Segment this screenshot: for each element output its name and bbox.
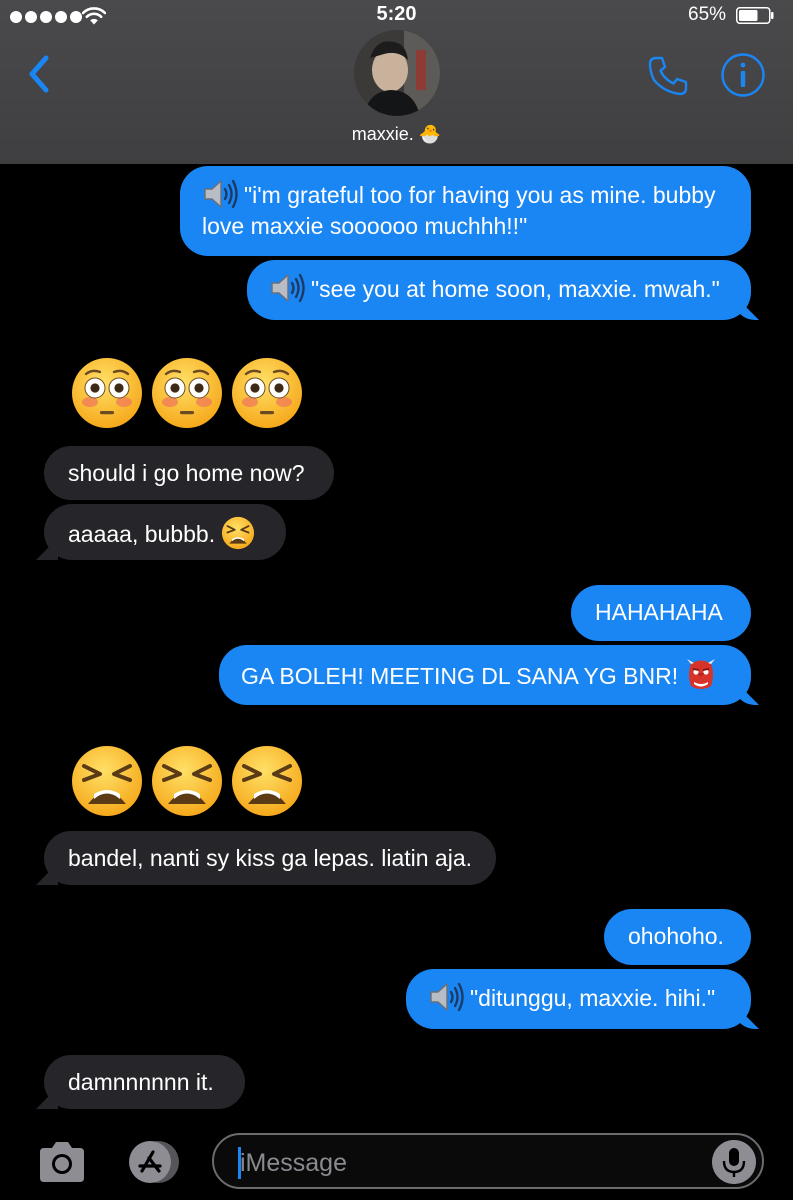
outgoing-message[interactable]: ohohoho. xyxy=(604,909,751,965)
flushed-face-icon xyxy=(72,358,142,428)
tired-face-icon xyxy=(72,746,142,816)
contact-avatar[interactable] xyxy=(354,30,440,116)
info-icon[interactable] xyxy=(720,52,766,98)
outgoing-voice-message[interactable]: "ditunggu, maxxie. hihi." xyxy=(406,969,751,1029)
message-text: "i'm grateful too for having you as mine… xyxy=(244,182,716,208)
battery-icon xyxy=(736,7,774,24)
message-text: GA BOLEH! MEETING DL SANA YG BNR! xyxy=(241,663,679,689)
speaker-icon xyxy=(271,273,305,303)
incoming-message[interactable]: should i go home now? xyxy=(44,446,334,500)
incoming-emoji-message[interactable] xyxy=(70,356,304,430)
message-text: love maxxie soooooo muchhh!!" xyxy=(202,213,528,239)
imessage-field[interactable] xyxy=(212,1133,764,1189)
status-time: 5:20 xyxy=(376,3,417,25)
tired-face-icon xyxy=(222,516,255,550)
conversation-header: 5:20 65% maxxie. 🐣 xyxy=(0,0,793,164)
incoming-message[interactable]: aaaaa, bubbb. xyxy=(44,504,286,560)
back-chevron-icon[interactable] xyxy=(24,52,54,96)
message-text: ohohoho. xyxy=(628,923,724,949)
camera-icon[interactable] xyxy=(36,1140,88,1184)
message-text: damnnnnnn it. xyxy=(68,1069,214,1095)
message-thread[interactable]: "i'm grateful too for having you as mine… xyxy=(0,164,793,1124)
status-bar: 5:20 65% xyxy=(0,0,793,32)
battery-percentage: 65% xyxy=(688,4,727,25)
microphone-icon[interactable] xyxy=(712,1140,756,1184)
message-text: should i go home now? xyxy=(68,460,305,486)
message-text: "see you at home soon, maxxie. mwah." xyxy=(311,276,720,302)
message-text: aaaaa, bubbb. xyxy=(68,521,216,547)
app-store-icon[interactable] xyxy=(122,1138,186,1186)
compose-bar xyxy=(0,1124,793,1200)
tired-face-icon xyxy=(152,746,222,816)
speaker-icon xyxy=(430,982,464,1012)
goblin-mask-icon xyxy=(687,659,716,689)
outgoing-message[interactable]: HAHAHAHA xyxy=(571,585,751,641)
message-text: "ditunggu, maxxie. hihi." xyxy=(470,985,716,1011)
message-input[interactable] xyxy=(238,1143,702,1183)
flushed-face-icon xyxy=(152,358,222,428)
incoming-emoji-message[interactable] xyxy=(70,744,304,818)
contact-name[interactable]: maxxie. 🐣 xyxy=(0,124,793,145)
outgoing-voice-message[interactable]: "see you at home soon, maxxie. mwah." xyxy=(247,260,751,320)
phone-icon[interactable] xyxy=(646,54,690,98)
tired-face-icon xyxy=(232,746,302,816)
message-text: bandel, nanti sy kiss ga lepas. liatin a… xyxy=(68,845,473,871)
speaker-icon xyxy=(204,179,238,209)
outgoing-message[interactable]: GA BOLEH! MEETING DL SANA YG BNR! xyxy=(219,645,751,705)
incoming-message[interactable]: damnnnnnn it. xyxy=(44,1055,245,1109)
message-text: HAHAHAHA xyxy=(595,599,723,625)
flushed-face-icon xyxy=(232,358,302,428)
outgoing-voice-message[interactable]: "i'm grateful too for having you as mine… xyxy=(180,166,751,256)
incoming-message[interactable]: bandel, nanti sy kiss ga lepas. liatin a… xyxy=(44,831,496,885)
